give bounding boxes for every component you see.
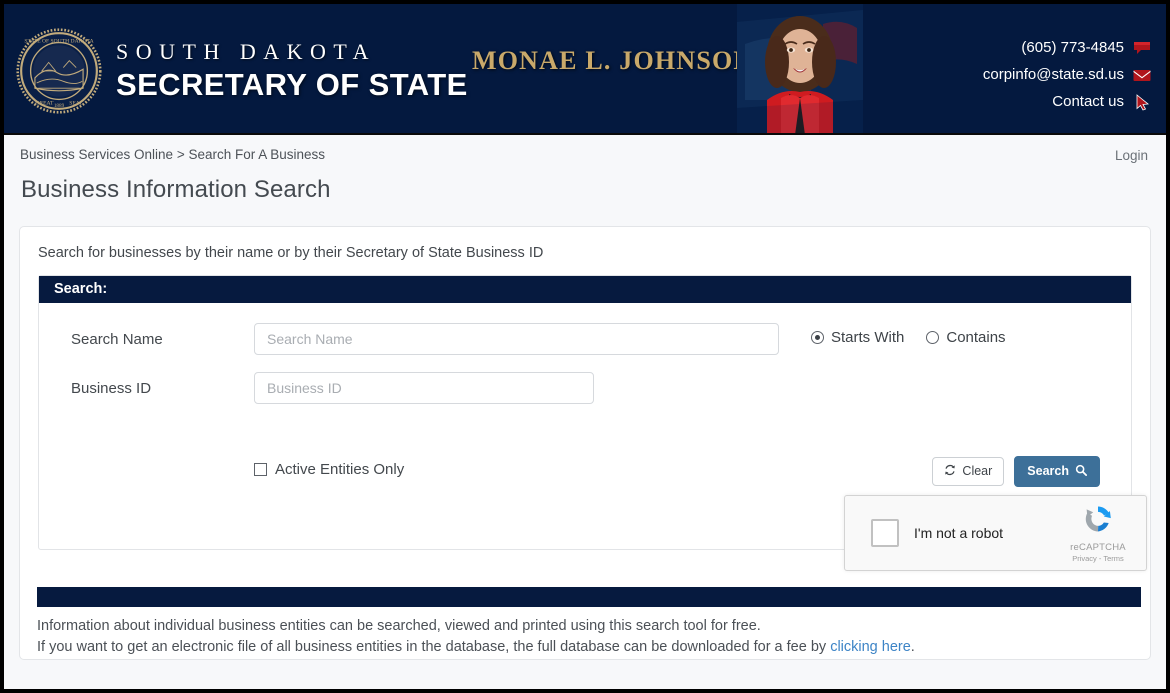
search-card-lead: Search for businesses by their name or b… bbox=[38, 245, 544, 261]
business-id-input[interactable] bbox=[254, 372, 594, 404]
envelope-icon bbox=[1132, 66, 1152, 84]
recaptcha-branding: reCAPTCHA Privacy - Terms bbox=[1062, 503, 1134, 563]
brand-line-state: SOUTH DAKOTA bbox=[116, 39, 376, 64]
contact-phone-text: (605) 773-4845 bbox=[1021, 39, 1124, 56]
radio-starts-with-label: Starts With bbox=[831, 329, 905, 346]
recaptcha-checkbox-icon[interactable] bbox=[871, 519, 899, 547]
footer-note-line2-before: If you want to get an electronic file of… bbox=[37, 639, 831, 655]
footer-note: Information about individual business en… bbox=[37, 616, 915, 658]
active-entities-only-label: Active Entities Only bbox=[275, 461, 405, 478]
contact-email-text: corpinfo@state.sd.us bbox=[982, 66, 1124, 83]
page-root: STATE OF SOUTH DAKOTA GREAT 1889 SEAL SO… bbox=[0, 0, 1170, 693]
clear-button-label: Clear bbox=[962, 464, 993, 478]
recaptcha-widget[interactable]: I'm not a robot reCAPTCHA Privacy - Term… bbox=[844, 495, 1147, 571]
search-button-label: Search bbox=[1027, 464, 1069, 478]
svg-text:STATE OF SOUTH DAKOTA: STATE OF SOUTH DAKOTA bbox=[24, 39, 93, 45]
svg-text:1889: 1889 bbox=[54, 103, 65, 109]
page-title: Business Information Search bbox=[21, 176, 331, 203]
site-header: STATE OF SOUTH DAKOTA GREAT 1889 SEAL SO… bbox=[4, 4, 1166, 135]
svg-text:SEAL: SEAL bbox=[69, 101, 84, 107]
business-id-row: Business ID bbox=[39, 370, 1131, 419]
breadcrumb[interactable]: Business Services Online > Search For A … bbox=[20, 147, 1150, 162]
brand-line-office: SECRETARY OF STATE bbox=[116, 67, 468, 102]
login-link[interactable]: Login bbox=[1115, 148, 1148, 163]
radio-starts-with[interactable]: Starts With bbox=[811, 329, 904, 346]
cursor-arrow-icon bbox=[1132, 93, 1152, 111]
search-name-label: Search Name bbox=[71, 331, 163, 348]
search-button[interactable]: Search bbox=[1014, 456, 1100, 487]
phone-flag-icon bbox=[1132, 39, 1152, 57]
secretary-name: MONAE L. JOHNSON bbox=[472, 46, 754, 75]
search-actions: Clear Search bbox=[932, 456, 1100, 487]
download-database-link[interactable]: clicking here bbox=[830, 639, 911, 655]
state-seal-icon: STATE OF SOUTH DAKOTA GREAT 1889 SEAL bbox=[16, 28, 102, 114]
secretary-portrait bbox=[737, 4, 863, 133]
search-panel-title: Search: bbox=[39, 276, 1131, 303]
magnifier-icon bbox=[1075, 464, 1087, 479]
refresh-icon bbox=[944, 464, 956, 479]
recaptcha-logo-icon bbox=[1080, 506, 1116, 539]
radio-starts-with-indicator[interactable] bbox=[811, 331, 824, 344]
radio-contains[interactable]: Contains bbox=[926, 329, 1006, 346]
header-contact: (605) 773-4845 corpinfo@state.sd.us Cont… bbox=[983, 34, 1152, 115]
page-topbar: Business Services Online > Search For A … bbox=[4, 135, 1166, 204]
search-panel: Search: Search Name Starts With Contains bbox=[38, 275, 1147, 571]
search-name-row: Search Name Starts With Contains bbox=[39, 321, 1131, 370]
contact-us-row[interactable]: Contact us bbox=[983, 88, 1152, 115]
svg-text:GREAT: GREAT bbox=[35, 101, 54, 107]
site-brand: SOUTH DAKOTA SECRETARY OF STATE bbox=[116, 39, 468, 102]
clear-button[interactable]: Clear bbox=[932, 457, 1005, 486]
active-entities-only-box[interactable] bbox=[254, 463, 267, 476]
footer-note-line2-after: . bbox=[910, 639, 915, 655]
recaptcha-legal-text[interactable]: Privacy - Terms bbox=[1062, 554, 1134, 563]
contact-email-row[interactable]: corpinfo@state.sd.us bbox=[983, 61, 1152, 88]
search-panel-body: Search Name Starts With Contains bbox=[39, 303, 1147, 571]
recaptcha-brand-text: reCAPTCHA bbox=[1070, 542, 1126, 553]
search-name-input[interactable] bbox=[254, 323, 779, 355]
radio-contains-indicator[interactable] bbox=[926, 331, 940, 344]
match-mode-group: Starts With Contains bbox=[811, 329, 1006, 346]
active-entities-only-checkbox[interactable]: Active Entities Only bbox=[254, 461, 404, 478]
recaptcha-label: I'm not a robot bbox=[914, 525, 1004, 541]
footer-note-line2: If you want to get an electronic file of… bbox=[37, 637, 915, 658]
footer-navy-bar bbox=[37, 587, 1141, 607]
contact-phone-row[interactable]: (605) 773-4845 bbox=[983, 34, 1152, 61]
radio-contains-label: Contains bbox=[946, 329, 1006, 346]
business-id-label: Business ID bbox=[71, 380, 152, 397]
contact-us-text: Contact us bbox=[1052, 93, 1124, 110]
footer-note-line1: Information about individual business en… bbox=[37, 618, 761, 634]
